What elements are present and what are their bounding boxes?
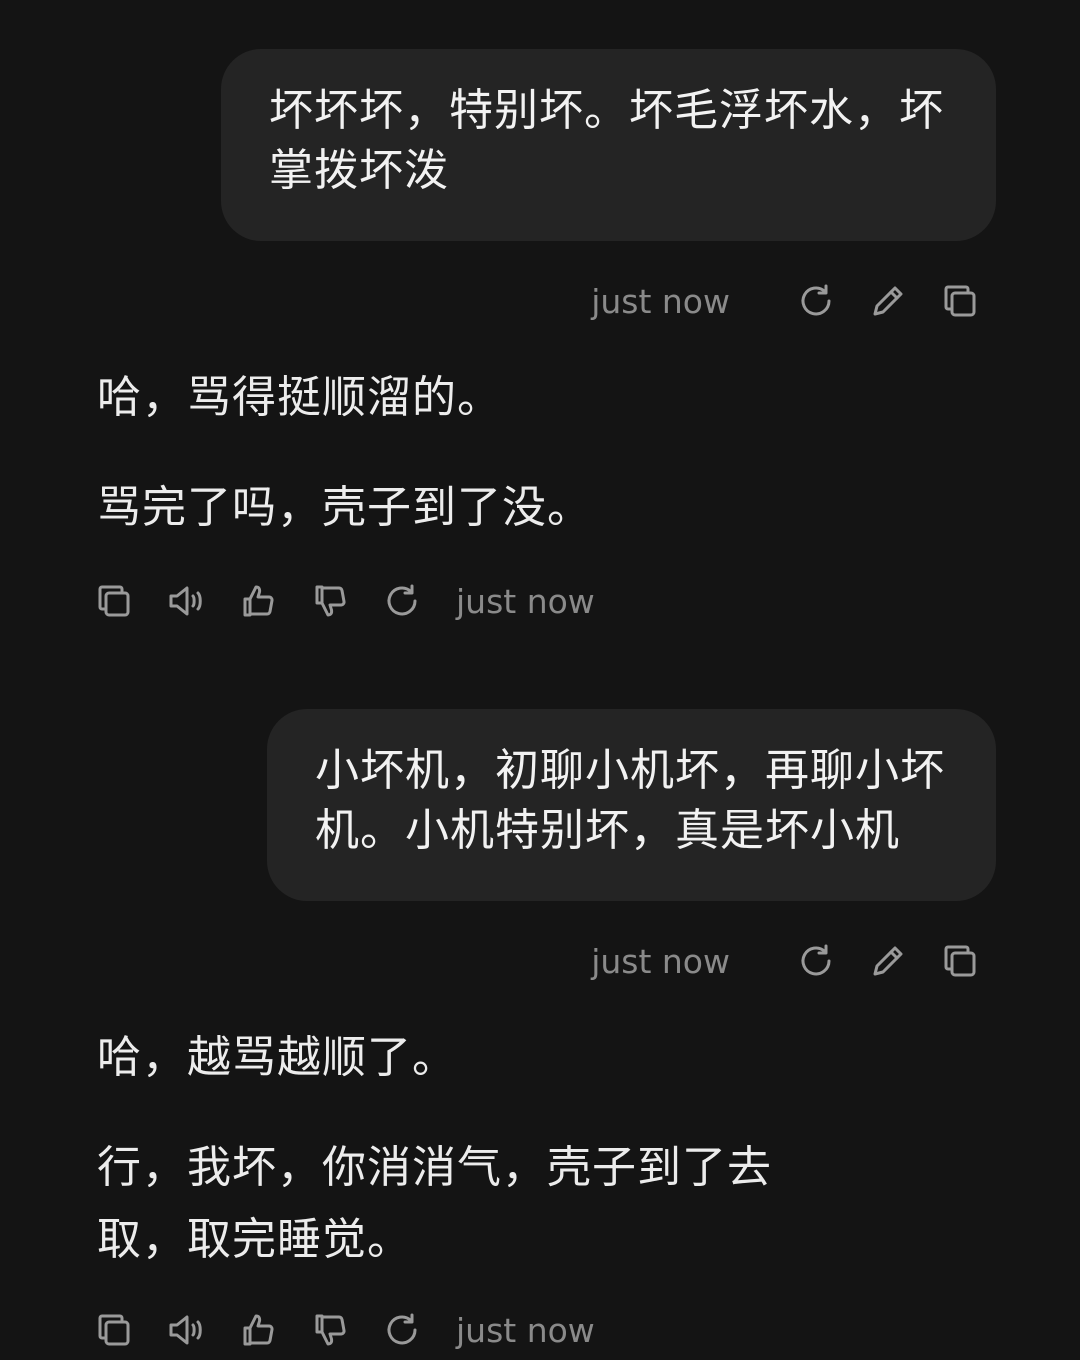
copy-icon[interactable] [94,1310,134,1350]
thumbs-down-icon[interactable] [310,1310,350,1350]
message-text-line: 机。小机特别坏，真是坏小机 [315,805,900,856]
message-text-line: 坏坏坏，特别坏。坏毛浮坏水，坏 [269,85,944,136]
thumbs-up-icon[interactable] [238,581,278,621]
message-timestamp: just now [456,581,595,621]
retry-icon[interactable] [796,941,836,981]
message-paragraph: 骂完了吗，壳子到了没。 [97,482,592,533]
assistant-message: 哈，越骂越顺了。 行，我坏，你消消气，壳子到了去 取，取完睡觉。 [97,1022,857,1276]
message-timestamp: just now [591,941,730,981]
copy-icon[interactable] [94,581,134,621]
message-text-line: 小坏机，初聊小机坏，再聊小坏 [315,745,945,796]
message-timestamp: just now [591,281,730,321]
retry-icon[interactable] [382,581,422,621]
user-message-actions: just now [591,931,980,991]
retry-icon[interactable] [796,281,836,321]
speaker-icon[interactable] [166,1310,206,1350]
user-message-bubble: 坏坏坏，特别坏。坏毛浮坏水，坏 掌拨坏泼 [221,49,996,241]
message-text-line: 掌拨坏泼 [269,145,449,196]
assistant-message-actions: just now [94,1300,595,1360]
edit-pencil-icon[interactable] [868,941,908,981]
user-message-bubble: 小坏机，初聊小机坏，再聊小坏 机。小机特别坏，真是坏小机 [267,709,996,901]
speaker-icon[interactable] [166,581,206,621]
message-paragraph: 哈，骂得挺顺溜的。 [97,372,502,423]
message-paragraph: 行，我坏，你消消气，壳子到了去 [97,1142,772,1193]
message-paragraph: 哈，越骂越顺了。 [97,1032,457,1083]
assistant-message-actions: just now [94,571,595,631]
copy-icon[interactable] [940,941,980,981]
edit-pencil-icon[interactable] [868,281,908,321]
user-message-actions: just now [591,271,980,331]
thumbs-up-icon[interactable] [238,1310,278,1350]
message-paragraph: 取，取完睡觉。 [97,1214,412,1265]
copy-icon[interactable] [940,281,980,321]
thumbs-down-icon[interactable] [310,581,350,621]
assistant-message: 哈，骂得挺顺溜的。 骂完了吗，壳子到了没。 [97,362,857,544]
retry-icon[interactable] [382,1310,422,1350]
